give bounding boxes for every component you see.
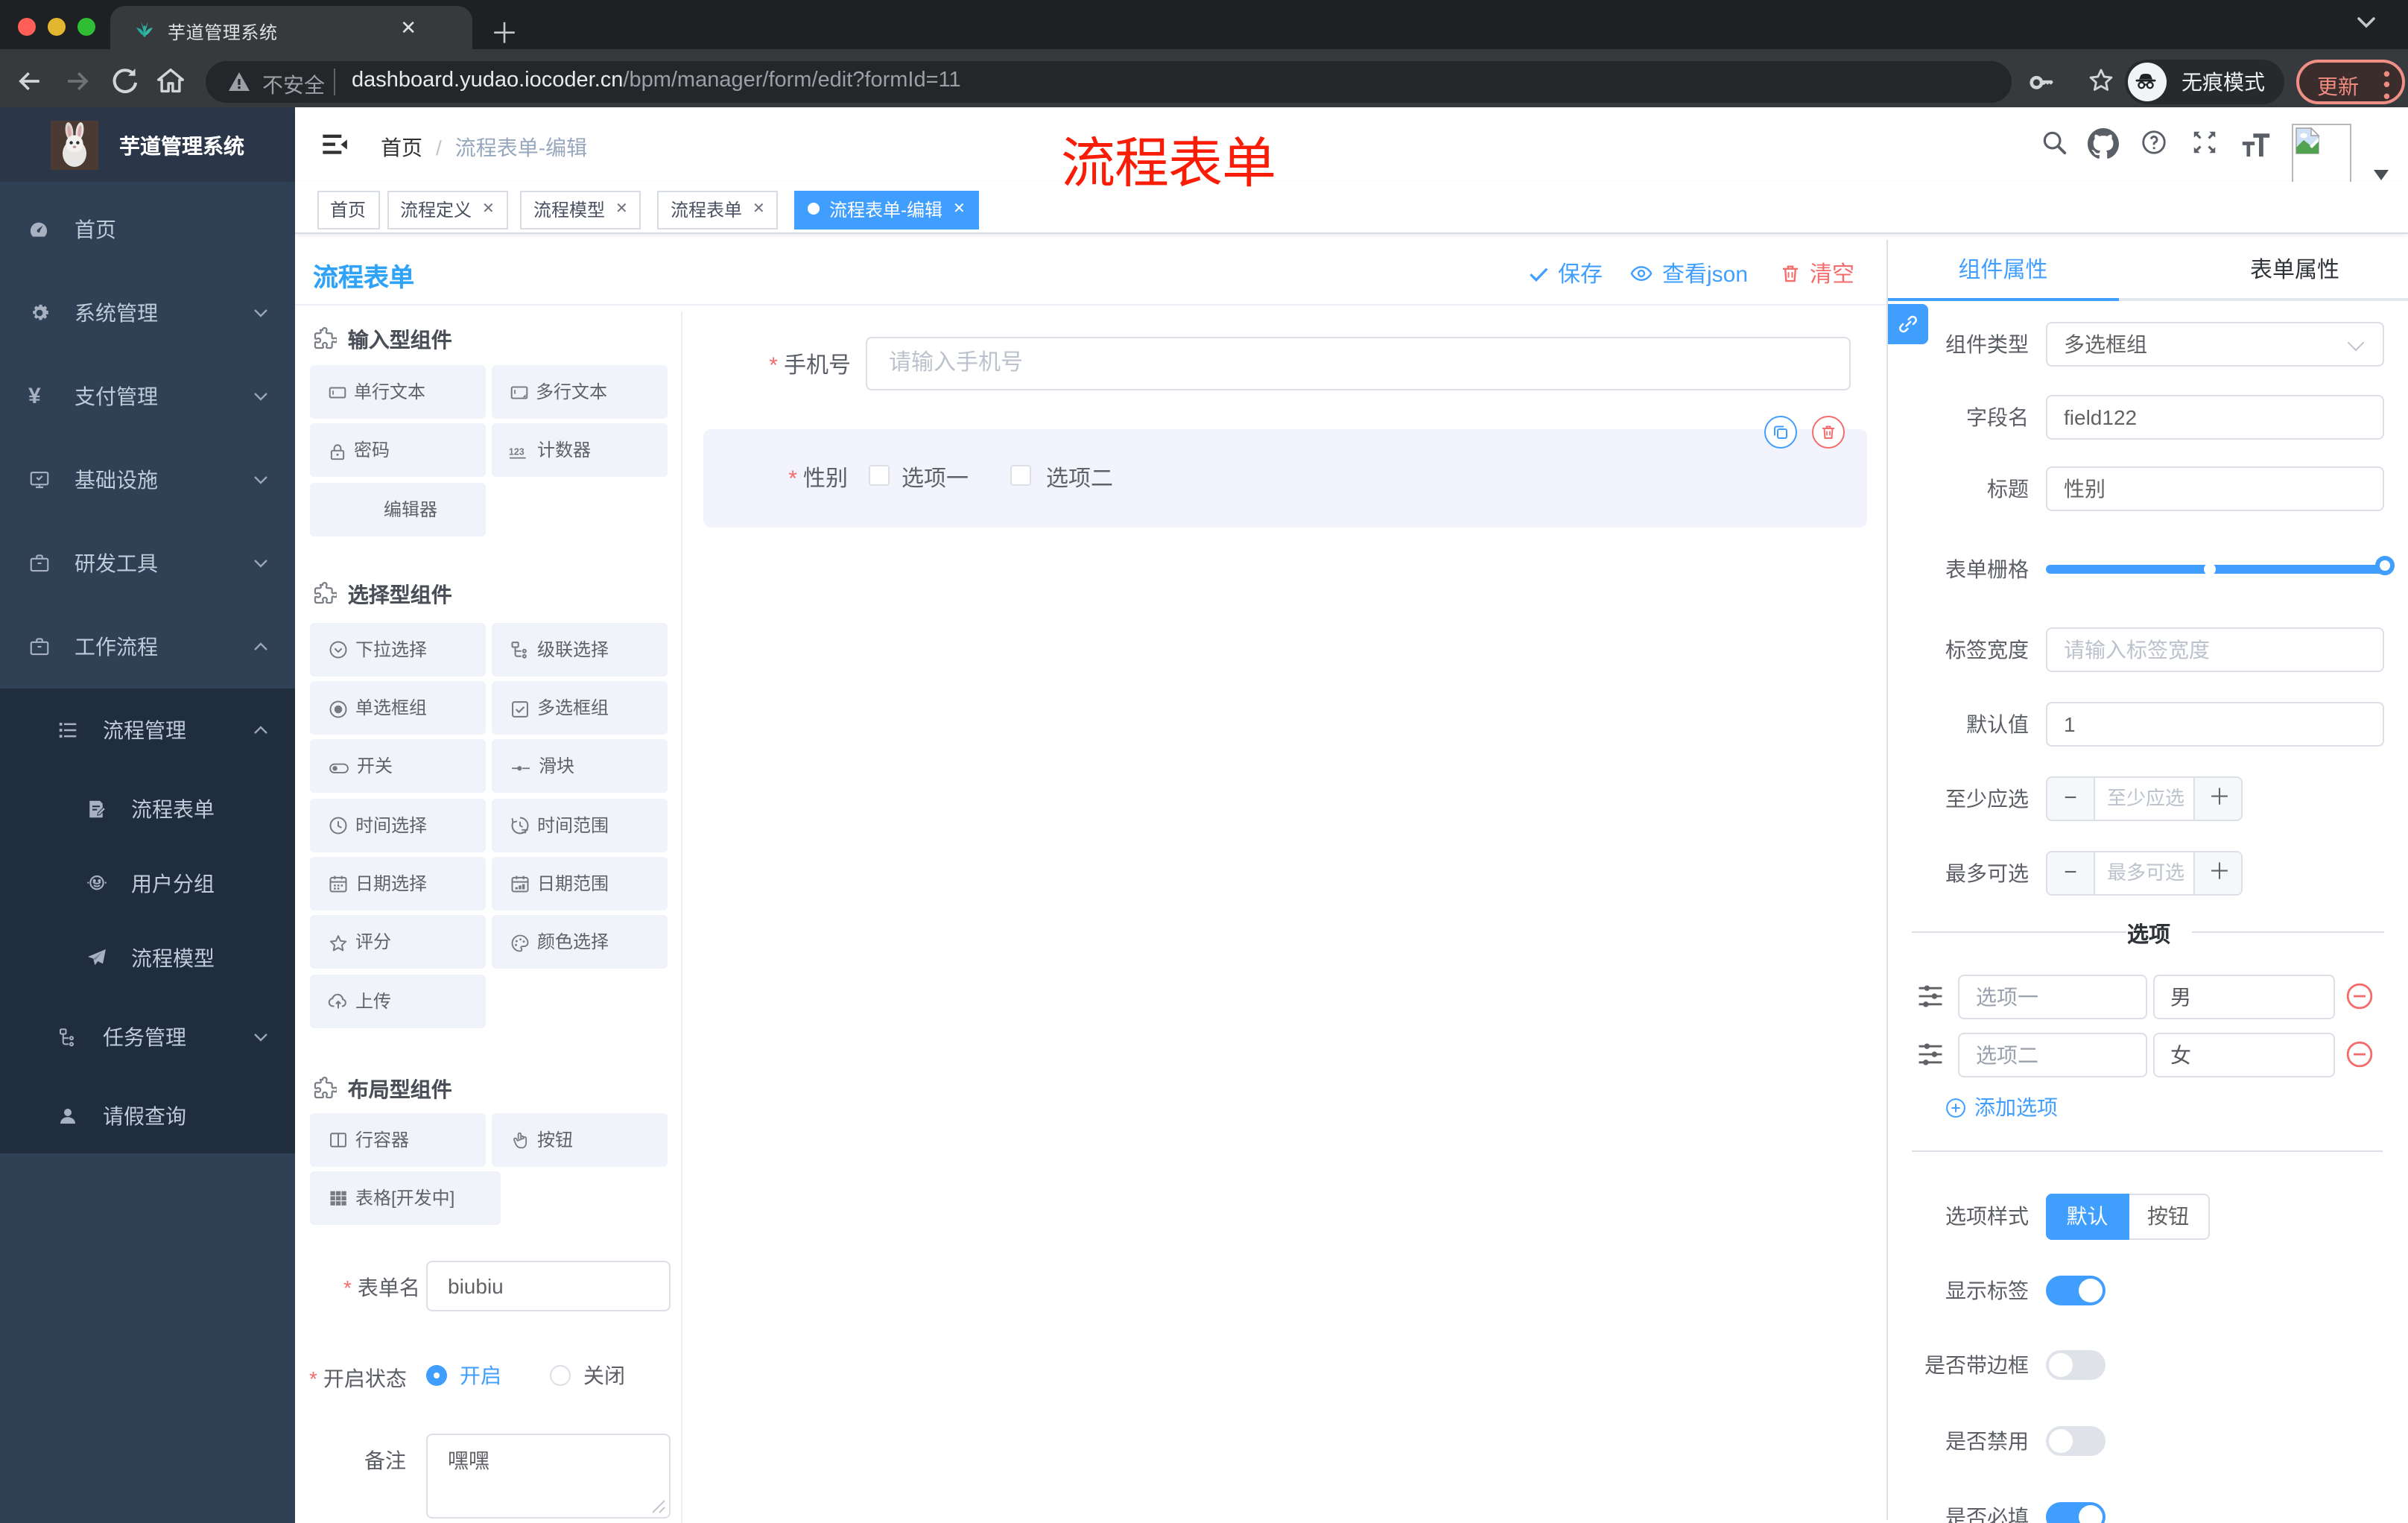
svg-text:123: 123 bbox=[508, 446, 524, 456]
